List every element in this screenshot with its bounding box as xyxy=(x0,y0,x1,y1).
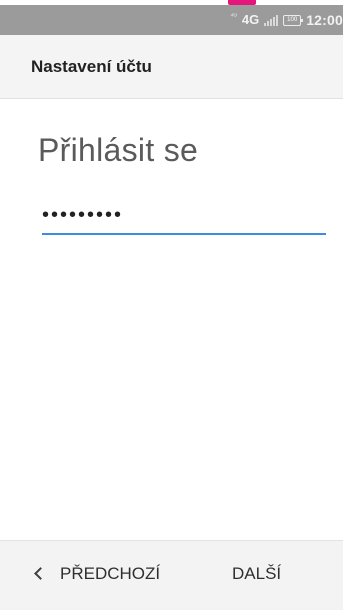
previous-label: PŘEDCHOZÍ xyxy=(60,564,161,583)
sign-in-content: Přihlásit se ••••••••• xyxy=(0,99,343,540)
sign-in-heading: Přihlásit se xyxy=(38,132,199,168)
chevron-left-icon xyxy=(34,567,44,581)
network-superscript: ⁴ᴳ xyxy=(230,12,237,20)
app-toolbar: Nastavení účtu xyxy=(0,35,343,99)
password-field[interactable]: ••••••••• xyxy=(42,201,326,235)
previous-button[interactable]: PŘEDCHOZÍ xyxy=(34,564,160,584)
status-time: 12:00 xyxy=(306,12,343,28)
battery-icon: 100 xyxy=(283,14,304,26)
page-title: Nastavení účtu xyxy=(31,57,152,76)
status-bar: ⁴ᴳ 4G 100 12:00 xyxy=(0,5,343,35)
next-button[interactable]: DALŠÍ xyxy=(232,564,281,584)
status-indicators: ⁴ᴳ 4G 100 12:00 xyxy=(230,5,343,35)
signal-strength-icon xyxy=(264,14,279,26)
password-value: ••••••••• xyxy=(42,204,124,226)
network-type-label: 4G xyxy=(241,12,260,27)
bottom-navigation: PŘEDCHOZÍ DALŠÍ xyxy=(0,540,343,610)
